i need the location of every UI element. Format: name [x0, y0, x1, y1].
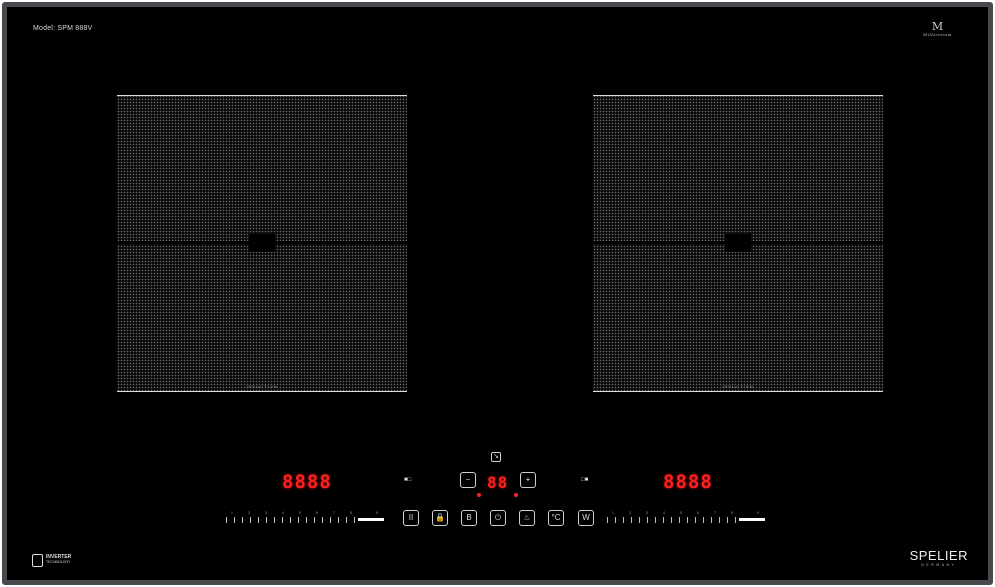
slider-ticks: [607, 517, 737, 523]
slider-numbers: 1 2 3 4 5 6 7 8 9: [226, 511, 386, 516]
slider-numbers: 1 2 3 4 5 6 7 8 9: [607, 511, 767, 516]
slider-number: 1: [231, 511, 233, 515]
zone-sensor: [249, 234, 275, 252]
slider-number: 4: [663, 511, 665, 515]
timer-minus-button[interactable]: −: [460, 472, 476, 488]
bottom-brand-sub: GERMANY: [921, 563, 957, 567]
slider-number: 9: [376, 511, 378, 515]
wattage-button[interactable]: W: [578, 510, 594, 526]
induction-hob: Model: SPM 888V M Millennium INDUCTION I…: [2, 2, 993, 585]
zone-top-edge: [593, 95, 883, 96]
slider-number: 7: [714, 511, 716, 515]
power-button[interactable]: ⏻: [490, 510, 506, 526]
boost-button[interactable]: B: [461, 510, 477, 526]
slider-number: 7: [333, 511, 335, 515]
zone-bottom-edge: [593, 391, 883, 392]
slider-number: 8: [350, 511, 352, 515]
bottom-brand-logo: SPELIER GERMANY: [910, 548, 968, 567]
timer-right-indicator-dot: [514, 493, 518, 497]
temperature-button[interactable]: °C: [548, 510, 564, 526]
slider-max-bar: [739, 518, 765, 521]
slider-number: 3: [265, 511, 267, 515]
keep-warm-button[interactable]: ♨: [519, 510, 535, 526]
slider-number: 8: [731, 511, 733, 515]
slider-number: 4: [282, 511, 284, 515]
zone-sensor: [725, 234, 751, 252]
zone-top-edge: [117, 95, 407, 96]
slider-number: 9: [757, 511, 759, 515]
slider-number: 6: [697, 511, 699, 515]
timer-left-indicator-dot: [477, 493, 481, 497]
inverter-icon: [32, 554, 43, 567]
left-zone-selector[interactable]: ■□: [404, 477, 411, 483]
pause-button[interactable]: II: [403, 510, 419, 526]
slider-number: 3: [646, 511, 648, 515]
model-label: Model: SPM 888V: [33, 25, 93, 32]
top-brand-logo: M Millennium: [923, 21, 952, 37]
slider-number: 5: [299, 511, 301, 515]
slider-number: 2: [629, 511, 631, 515]
slider-max-bar: [358, 518, 384, 521]
zone-label: INDUCTION: [246, 384, 278, 389]
inverter-subtitle: TECHNOLOGY: [46, 560, 71, 564]
timer-plus-button[interactable]: +: [520, 472, 536, 488]
slider-number: 2: [248, 511, 250, 515]
left-power-slider[interactable]: 1 2 3 4 5 6 7 8 9: [226, 511, 386, 527]
cooking-zone-right: INDUCTION: [593, 95, 883, 392]
right-power-slider[interactable]: 1 2 3 4 5 6 7 8 9: [607, 511, 767, 527]
cooking-zone-left: INDUCTION: [117, 95, 407, 392]
left-zone-display: 8888: [282, 471, 332, 493]
lock-button[interactable]: 🔒: [432, 510, 448, 526]
timer-display: 88: [487, 473, 509, 492]
right-zone-selector[interactable]: □■: [581, 477, 588, 483]
right-zone-display: 8888: [663, 471, 713, 493]
top-brand-script: Millennium: [922, 32, 952, 37]
zone-label: INDUCTION: [722, 384, 754, 389]
timer-indicator-icon: ↘: [491, 452, 501, 462]
top-brand-mark: M: [931, 20, 944, 33]
slider-ticks: [226, 517, 356, 523]
slider-number: 1: [612, 511, 614, 515]
slider-number: 5: [680, 511, 682, 515]
bottom-brand-name: SPELIER: [909, 548, 968, 563]
slider-number: 6: [316, 511, 318, 515]
zone-bottom-edge: [117, 391, 407, 392]
